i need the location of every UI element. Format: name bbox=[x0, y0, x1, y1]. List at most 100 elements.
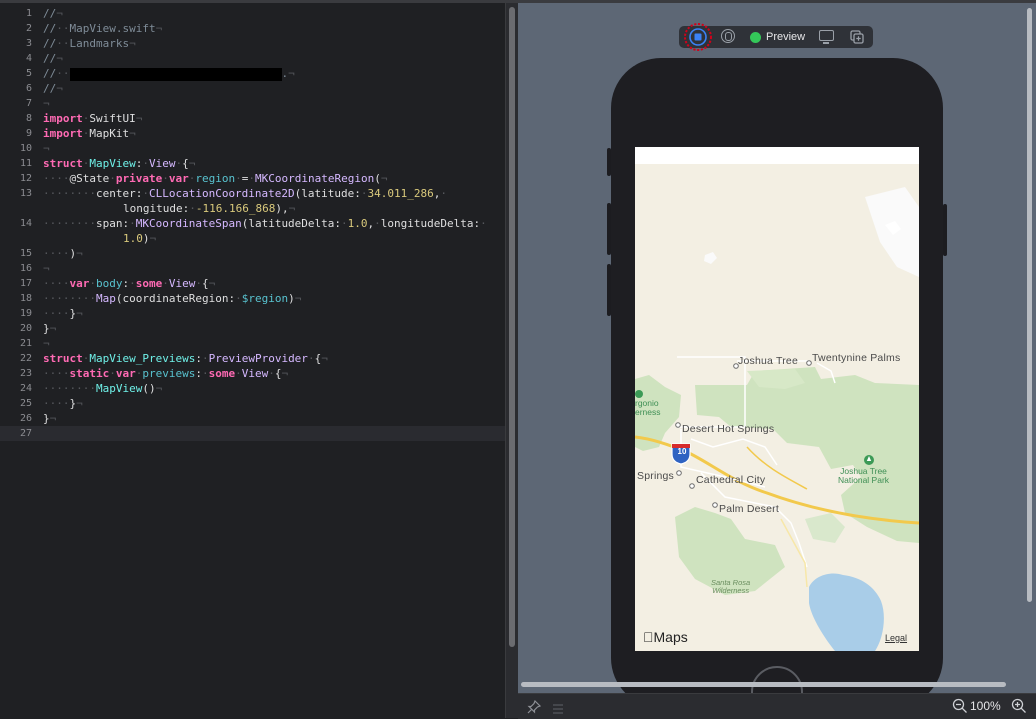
code-line[interactable]: 15 ····)¬ bbox=[0, 246, 505, 261]
code-token: · bbox=[89, 277, 96, 290]
map-label-twentynine-palms[interactable]: Twentynine Palms bbox=[812, 352, 900, 364]
code-token: · bbox=[235, 367, 242, 380]
map-label-desert-hot-springs[interactable]: Desert Hot Springs bbox=[682, 423, 774, 435]
code-token: 1.0 bbox=[347, 217, 368, 230]
line-number: 5 bbox=[25, 68, 32, 79]
map-label-cathedral-city[interactable]: Cathedral City bbox=[696, 474, 765, 486]
code-text: struct·MapView:·View·{¬ bbox=[43, 156, 195, 171]
code-token: longitudeDelta: bbox=[380, 217, 481, 230]
code-text: struct·MapView_Previews:·PreviewProvider… bbox=[43, 351, 328, 366]
code-line[interactable]: 1 //¬ bbox=[0, 6, 505, 21]
list-icon[interactable] bbox=[552, 700, 564, 714]
preview-button[interactable]: Preview bbox=[750, 29, 805, 45]
code-token: PreviewProvider bbox=[208, 352, 308, 365]
canvas-horizontal-scrollbar[interactable] bbox=[518, 680, 1018, 688]
code-line[interactable]: 10 ¬ bbox=[0, 141, 505, 156]
code-line[interactable]: 11 struct·MapView:·View·{¬ bbox=[0, 156, 505, 171]
code-token: · bbox=[360, 187, 368, 200]
code-line-continuation[interactable]: 1.0)¬ bbox=[0, 231, 505, 246]
code-token: ¬ bbox=[281, 367, 289, 380]
code-token: ¬ bbox=[288, 67, 295, 80]
code-token: ¬ bbox=[208, 277, 216, 290]
code-token: · bbox=[201, 367, 209, 380]
code-token: { bbox=[202, 277, 209, 290]
zoom-out-icon[interactable] bbox=[952, 698, 968, 714]
line-number: 27 bbox=[19, 428, 32, 439]
device-settings-icon[interactable] bbox=[819, 30, 834, 44]
code-token: Map bbox=[95, 292, 116, 305]
code-line[interactable]: 23 ····static·var·previews:·some·View·{¬ bbox=[0, 366, 505, 381]
code-token: ·· bbox=[56, 37, 70, 50]
code-line[interactable]: 21 ¬ bbox=[0, 336, 505, 351]
code-line[interactable]: 26}¬ bbox=[0, 411, 505, 426]
code-line[interactable]: 7 ¬ bbox=[0, 96, 505, 111]
live-preview-icon[interactable] bbox=[683, 22, 713, 52]
code-line[interactable]: 19 ····}¬ bbox=[0, 306, 505, 321]
code-line[interactable]: 12 ····@State·private·var·region·=·MKCoor… bbox=[0, 171, 505, 186]
code-token: ¬ bbox=[380, 172, 388, 185]
code-token: · bbox=[235, 172, 242, 185]
code-line[interactable]: 17 ····var·body:·some·View·{¬ bbox=[0, 276, 505, 291]
code-token: · bbox=[480, 217, 487, 230]
code-token: static bbox=[69, 367, 110, 380]
pin-icon[interactable] bbox=[527, 699, 542, 714]
map-label-santa-rosa-wilderness[interactable]: Santa Rosa Wilderness bbox=[711, 579, 750, 595]
code-line[interactable]: 2 //··MapView.swift¬ bbox=[0, 21, 505, 36]
code-line[interactable]: 20}¬ bbox=[0, 321, 505, 336]
code-text: ¬ bbox=[43, 261, 50, 276]
map-legal-link[interactable]: Legal bbox=[885, 633, 907, 643]
code-token: MapView.swift bbox=[69, 22, 156, 35]
code-line[interactable]: 4 //¬ bbox=[0, 51, 505, 66]
code-line[interactable]: 5 //·· .¬ bbox=[0, 66, 505, 81]
code-line[interactable]: 25 ····}¬ bbox=[0, 396, 505, 411]
code-line-continuation[interactable]: longitude:·-116.166_868),¬ bbox=[0, 201, 505, 216]
map-label-san-gorgonio[interactable]: rgonio erness bbox=[635, 399, 661, 417]
code-token: ¬ bbox=[321, 352, 328, 365]
zoom-in-icon[interactable] bbox=[1011, 698, 1027, 714]
canvas-vertical-scrollbar[interactable] bbox=[1024, 3, 1034, 680]
code-token: · bbox=[268, 367, 275, 380]
line-number: 4 bbox=[25, 53, 32, 64]
line-number: 3 bbox=[25, 38, 32, 49]
code-line[interactable]: 24 ········MapView()¬ bbox=[0, 381, 505, 396]
canvas-h-scroll-thumb[interactable] bbox=[521, 682, 1006, 687]
code-line[interactable]: 18 ········Map(coordinateRegion:·$region)… bbox=[0, 291, 505, 306]
code-token: · bbox=[162, 277, 169, 290]
code-line[interactable]: 13 ········center:·CLLocationCoordinate2D… bbox=[0, 186, 505, 201]
source-editor[interactable]: 1//¬ 2//··MapView.swift¬ 3//··Landmarks¬ 4/… bbox=[0, 3, 505, 718]
code-line[interactable]: 9 import·MapKit¬ bbox=[0, 126, 505, 141]
code-line[interactable]: 6 //¬ bbox=[0, 81, 505, 96]
line-number: 7 bbox=[25, 98, 32, 109]
editor-scrollbar[interactable] bbox=[505, 3, 518, 718]
code-line[interactable]: 22 struct·MapView_Previews:·PreviewProvid… bbox=[0, 351, 505, 366]
line-number: 8 bbox=[25, 113, 32, 124]
code-token: some bbox=[135, 277, 163, 290]
duplicate-preview-icon[interactable] bbox=[850, 29, 864, 44]
line-number: 1 bbox=[25, 8, 32, 19]
code-token: · bbox=[109, 367, 116, 380]
code-line[interactable]: 14 ········span:·MKCoordinateSpan(latitud… bbox=[0, 216, 505, 231]
code-text: ····var·body:·some·View·{¬ bbox=[43, 276, 215, 291]
code-token: ¬ bbox=[49, 412, 57, 425]
inspect-preview-icon[interactable] bbox=[721, 29, 735, 43]
code-line[interactable]: 16 ¬ bbox=[0, 261, 505, 276]
map-label-palm-desert[interactable]: Palm Desert bbox=[719, 503, 779, 515]
code-token: import bbox=[43, 112, 83, 125]
map-view[interactable] bbox=[635, 147, 919, 651]
device-screen[interactable]: Joshua Tree Twentynine Palms rgonio erne… bbox=[635, 147, 919, 651]
code-text: }¬ bbox=[43, 321, 56, 336]
editor-scroll-thumb[interactable] bbox=[509, 7, 515, 647]
code-token: ) bbox=[142, 232, 150, 245]
map-label-springs[interactable]: Springs bbox=[637, 470, 674, 482]
code-line[interactable]: 8 import·SwiftUI¬ bbox=[0, 111, 505, 126]
code-token: ········ bbox=[43, 217, 96, 230]
map-label-joshua-tree[interactable]: Joshua Tree bbox=[738, 355, 798, 367]
map-label-joshua-tree-national-park[interactable]: Joshua Tree National Park bbox=[838, 467, 889, 485]
canvas-v-scroll-thumb[interactable] bbox=[1027, 8, 1032, 602]
line-number: 18 bbox=[19, 293, 32, 304]
code-line[interactable]: 27 bbox=[0, 426, 505, 441]
code-token: ···· bbox=[43, 307, 70, 320]
line-number: 24 bbox=[19, 383, 32, 394]
code-line[interactable]: 3 //··Landmarks¬ bbox=[0, 36, 505, 51]
code-token: ¬ bbox=[43, 97, 50, 110]
